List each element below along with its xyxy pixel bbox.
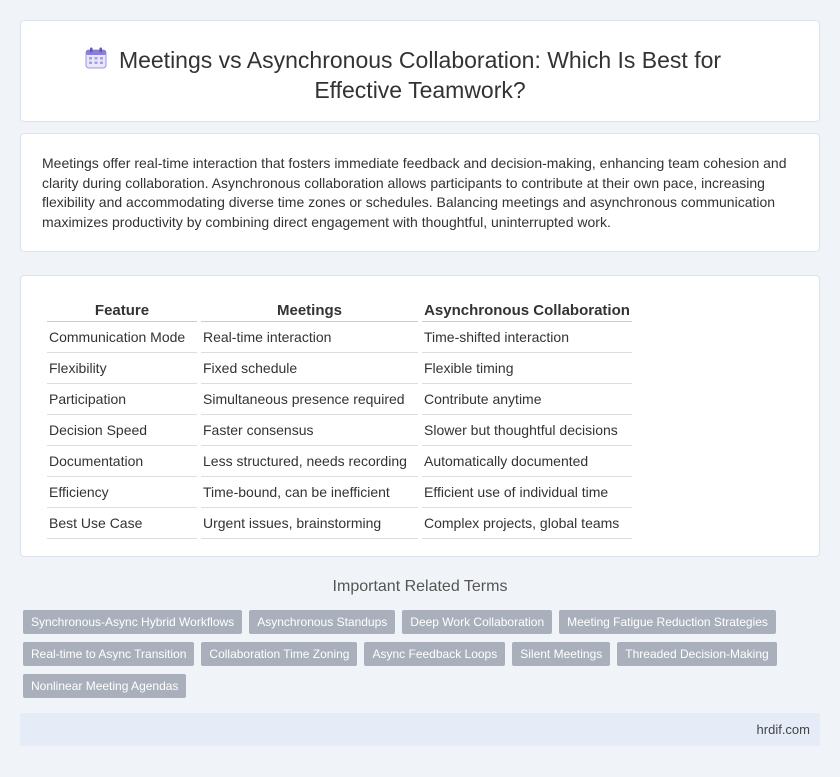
table-cell: Efficient use of individual time (422, 477, 632, 508)
table-cell: Time-bound, can be inefficient (201, 477, 418, 508)
related-term-tag[interactable]: Silent Meetings (512, 642, 611, 666)
table-cell: Participation (47, 384, 197, 415)
related-terms-list: Synchronous-Async Hybrid Workflows Async… (23, 610, 783, 698)
table-cell: Automatically documented (422, 446, 632, 477)
table-row: Documentation Less structured, needs rec… (47, 446, 632, 477)
table-cell: Faster consensus (201, 415, 418, 446)
table-cell: Urgent issues, brainstorming (201, 508, 418, 539)
table-row: Efficiency Time-bound, can be inefficien… (47, 477, 632, 508)
table-row: Communication Mode Real-time interaction… (47, 322, 632, 353)
table-row: Best Use Case Urgent issues, brainstormi… (47, 508, 632, 539)
table-row: Flexibility Fixed schedule Flexible timi… (47, 353, 632, 384)
table-cell: Flexibility (47, 353, 197, 384)
comparison-card: Feature Meetings Asynchronous Collaborat… (20, 275, 820, 557)
table-cell: Decision Speed (47, 415, 197, 446)
related-term-tag[interactable]: Collaboration Time Zoning (201, 642, 358, 666)
table-cell: Contribute anytime (422, 384, 632, 415)
related-term-tag[interactable]: Threaded Decision-Making (617, 642, 777, 666)
table-cell: Complex projects, global teams (422, 508, 632, 539)
table-cell: Fixed schedule (201, 353, 418, 384)
related-term-tag[interactable]: Deep Work Collaboration (402, 610, 553, 634)
related-term-tag[interactable]: Nonlinear Meeting Agendas (23, 674, 187, 698)
table-cell: Less structured, needs recording (201, 446, 418, 477)
footer-site-link[interactable]: hrdif.com (757, 722, 810, 737)
comparison-table: Feature Meetings Asynchronous Collaborat… (43, 296, 636, 539)
column-header: Feature (47, 296, 197, 322)
footer: hrdif.com (20, 713, 820, 746)
table-row: Participation Simultaneous presence requ… (47, 384, 632, 415)
table-cell: Flexible timing (422, 353, 632, 384)
table-cell: Efficiency (47, 477, 197, 508)
table-cell: Time-shifted interaction (422, 322, 632, 353)
summary-text: Meetings offer real-time interaction tha… (42, 155, 787, 230)
related-term-tag[interactable]: Asynchronous Standups (249, 610, 396, 634)
page-title: Meetings vs Asynchronous Collaboration: … (118, 47, 722, 103)
table-row: Decision Speed Faster consensus Slower b… (47, 415, 632, 446)
table-header-row: Feature Meetings Asynchronous Collaborat… (47, 296, 632, 322)
related-term-tag[interactable]: Async Feedback Loops (364, 642, 506, 666)
related-term-tag[interactable]: Meeting Fatigue Reduction Strategies (559, 610, 776, 634)
related-term-tag[interactable]: Real-time to Async Transition (23, 642, 195, 666)
table-cell: Best Use Case (47, 508, 197, 539)
table-cell: Simultaneous presence required (201, 384, 418, 415)
header-card: Meetings vs Asynchronous Collaboration: … (20, 20, 820, 122)
column-header: Asynchronous Collaboration (422, 296, 632, 322)
table-cell: Slower but thoughtful decisions (422, 415, 632, 446)
related-term-tag[interactable]: Synchronous-Async Hybrid Workflows (23, 610, 243, 634)
table-cell: Documentation (47, 446, 197, 477)
column-header: Meetings (201, 296, 418, 322)
table-cell: Real-time interaction (201, 322, 418, 353)
table-cell: Communication Mode (47, 322, 197, 353)
summary-card: Meetings offer real-time interaction tha… (20, 133, 820, 252)
related-terms-title: Important Related Terms (332, 578, 508, 595)
